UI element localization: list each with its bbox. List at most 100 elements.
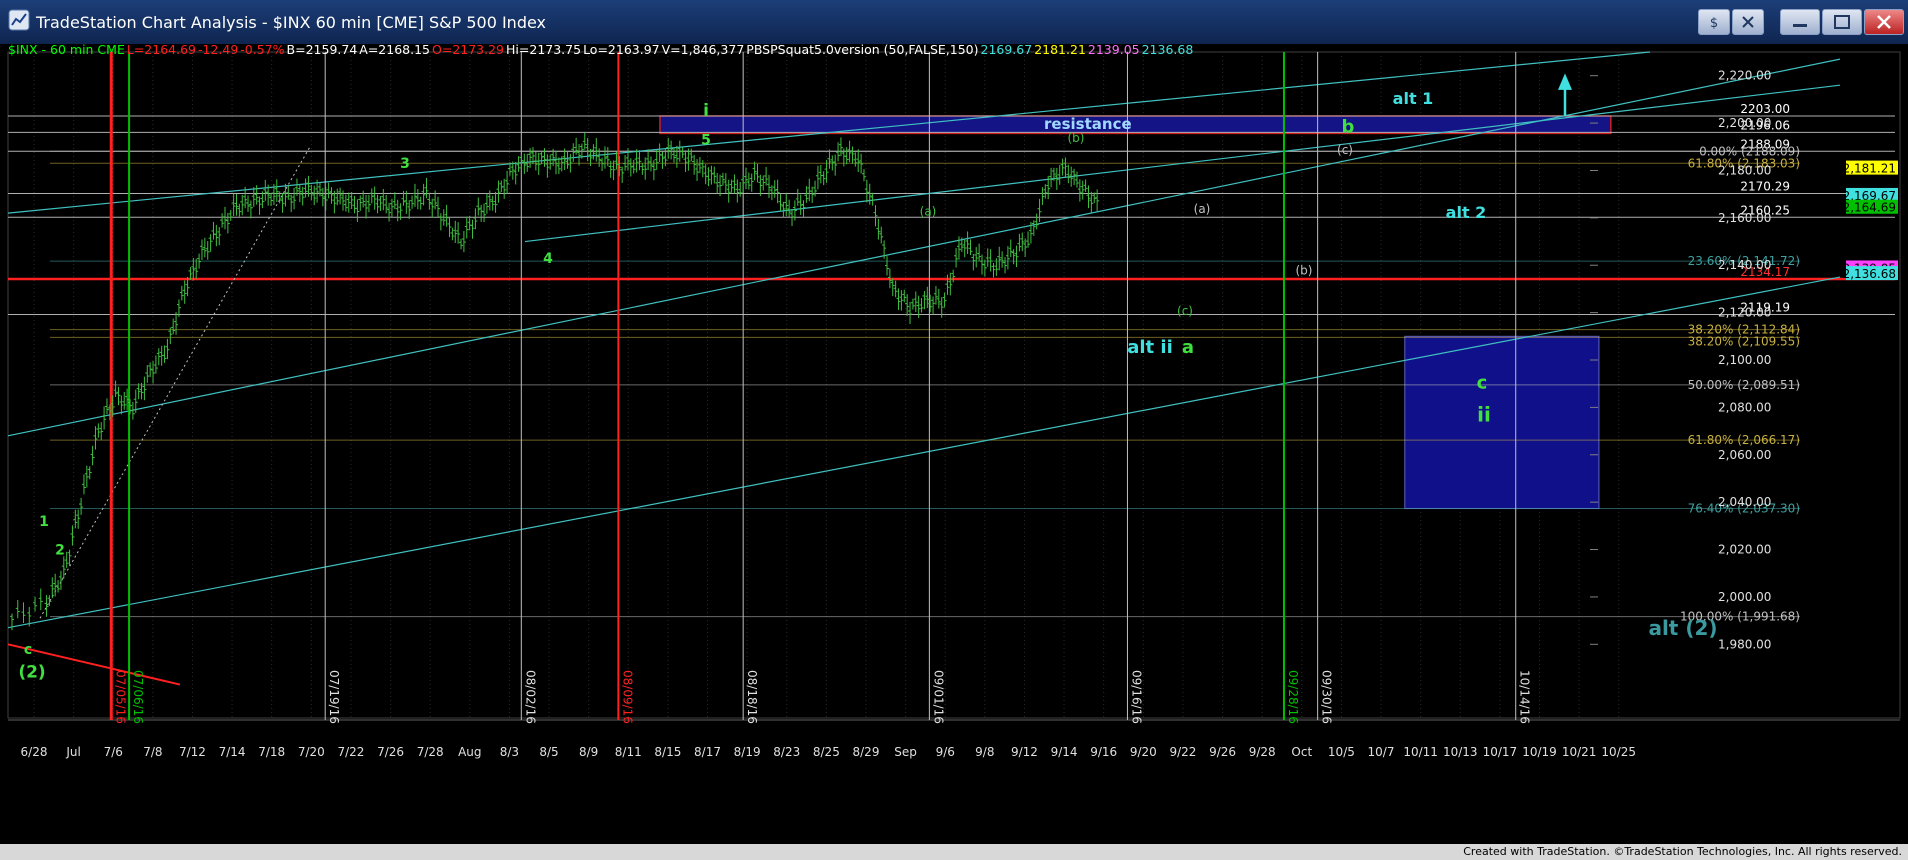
- x-tick-label: 8/3: [500, 745, 519, 759]
- x-tick-label: 10/17: [1483, 745, 1518, 759]
- x-tick-label: 10/7: [1368, 745, 1395, 759]
- wave-label: i: [703, 101, 709, 121]
- info-field: L=2164.69: [126, 42, 196, 57]
- title-bar: TradeStation Chart Analysis - $INX 60 mi…: [0, 0, 1908, 46]
- x-tick-label: 7/28: [417, 745, 444, 759]
- wave-label: (b): [1068, 131, 1085, 145]
- wave-label: ii: [1477, 403, 1491, 427]
- x-tick-label: 7/12: [179, 745, 206, 759]
- x-tick-label: 9/26: [1209, 745, 1236, 759]
- y-tick-label: 2,180.00: [1718, 163, 1771, 177]
- restore-small-icon[interactable]: $: [1698, 9, 1730, 35]
- x-tick-label: 9/22: [1169, 745, 1196, 759]
- price-chart[interactable]: 07/05/16 07/06/16 07/19/16 08/02/16 08/09/16…: [0, 44, 1908, 844]
- wave-label: (b): [1296, 264, 1313, 278]
- fib-label: 50.00% (2,089.51): [1688, 378, 1800, 392]
- x-tick-label: 9/8: [975, 745, 994, 759]
- y-tick-label: 2,060.00: [1718, 448, 1771, 462]
- window-title: TradeStation Chart Analysis - $INX 60 mi…: [36, 13, 547, 32]
- x-tick-label: 9/16: [1090, 745, 1117, 759]
- svg-text:$: $: [1710, 16, 1718, 31]
- info-field: 2169.67: [980, 42, 1033, 57]
- wave-label: c: [1477, 372, 1488, 393]
- status-bar: Created with TradeStation. ©TradeStation…: [0, 844, 1908, 860]
- info-field: Hi=2173.75: [506, 42, 582, 57]
- resistance-zone: [659, 115, 1612, 135]
- x-tick-label: 10/25: [1601, 745, 1636, 759]
- vertical-date-label: 07/05/16: [113, 670, 127, 724]
- x-tick-label: 10/5: [1328, 745, 1355, 759]
- vertical-date-label: 08/02/16: [523, 670, 537, 724]
- wave-label: (a): [920, 204, 937, 218]
- x-tick-label: 8/29: [853, 745, 880, 759]
- y-tick-label: 2,160.00: [1718, 211, 1771, 225]
- status-text: Created with TradeStation. ©TradeStation…: [1463, 845, 1902, 858]
- y-tick-label: 2,120.00: [1718, 306, 1771, 320]
- vertical-date-label: 10/14/16: [1518, 670, 1532, 724]
- vertical-date-label: 09/16/16: [1129, 670, 1143, 724]
- x-tick-label: 9/20: [1130, 745, 1157, 759]
- wave-label: alt 1: [1393, 89, 1434, 108]
- price-tag-label: 2,164.69: [1843, 201, 1896, 215]
- y-tick-label: 1,980.00: [1718, 637, 1771, 651]
- info-field: 2139.05: [1087, 42, 1140, 57]
- vertical-date-label: 08/18/16: [745, 670, 759, 724]
- info-field: B=2159.74: [286, 42, 358, 57]
- info-field: A=2168.15: [359, 42, 430, 57]
- wave-label: alt (2): [1648, 616, 1717, 640]
- wave-label: 5: [701, 132, 711, 148]
- wave-label: a: [1182, 337, 1194, 358]
- info-field: V=1,846,377: [661, 42, 745, 57]
- x-tick-label: Aug: [458, 745, 481, 759]
- fib-label: 38.20% (2,109.55): [1688, 334, 1800, 348]
- x-tick-label: 7/8: [143, 745, 162, 759]
- x-tick-label: 7/22: [337, 745, 364, 759]
- symbol-info-line: $INX - 60 min CME L=2164.69 -12.49 -0.57% B=…: [8, 42, 1195, 57]
- wave-label: b: [1342, 117, 1355, 138]
- info-field: -12.49: [198, 42, 239, 57]
- x-tick-label: 8/11: [615, 745, 642, 759]
- minimize-button[interactable]: [1780, 9, 1820, 35]
- x-tick-label: 7/20: [298, 745, 325, 759]
- y-tick-label: 2,020.00: [1718, 543, 1771, 557]
- x-tick-label: 7/6: [104, 745, 123, 759]
- wave-label: c: [24, 642, 32, 658]
- x-tick-label: 8/17: [694, 745, 721, 759]
- info-field: Lo=2163.97: [583, 42, 660, 57]
- x-tick-label: 10/21: [1562, 745, 1597, 759]
- y-tick-label: 2,140.00: [1718, 258, 1771, 272]
- wave-label: 4: [543, 251, 553, 267]
- x-tick-label: 8/15: [654, 745, 681, 759]
- x-tick-label: 6/28: [21, 745, 48, 759]
- x-tick-label: 9/28: [1249, 745, 1276, 759]
- tradestation-app-icon: [8, 9, 30, 31]
- close-button[interactable]: [1864, 9, 1904, 35]
- wave-label: (c): [1337, 143, 1353, 157]
- x-tick-label: 8/19: [734, 745, 761, 759]
- wave-label: (c): [1177, 304, 1193, 318]
- info-field: $INX - 60 min CME: [8, 42, 125, 57]
- cross-small-icon[interactable]: [1732, 9, 1764, 35]
- fib-label: 61.80% (2,066.17): [1688, 433, 1800, 447]
- restore-button[interactable]: [1822, 9, 1862, 35]
- price-tag-label: 2,181.21: [1843, 162, 1896, 176]
- y-tick-label: 2,040.00: [1718, 495, 1771, 509]
- vertical-date-label: 09/28/16: [1286, 670, 1300, 724]
- x-tick-label: 10/11: [1403, 745, 1438, 759]
- x-tick-label: 9/14: [1051, 745, 1078, 759]
- wave-label: (a): [1194, 202, 1211, 216]
- vertical-date-label: 07/06/16: [131, 670, 145, 724]
- info-field: PBSPSquat5.0version (50,FALSE,150): [746, 42, 979, 57]
- wave-label: 1: [39, 514, 49, 530]
- wave-label: alt ii: [1127, 337, 1173, 358]
- wave-label: alt 2: [1446, 203, 1487, 222]
- info-field: -0.57%: [240, 42, 285, 57]
- price-tag-label: 2,136.68: [1843, 267, 1896, 281]
- y-tick-label: 2,000.00: [1718, 590, 1771, 604]
- wave-label: 2: [55, 542, 65, 558]
- x-tick-label: 8/5: [539, 745, 558, 759]
- resistance-label: resistance: [1044, 115, 1132, 133]
- info-field: 2181.21: [1034, 42, 1086, 57]
- vertical-date-label: 08/09/16: [620, 670, 634, 724]
- x-tick-label: 7/18: [258, 745, 285, 759]
